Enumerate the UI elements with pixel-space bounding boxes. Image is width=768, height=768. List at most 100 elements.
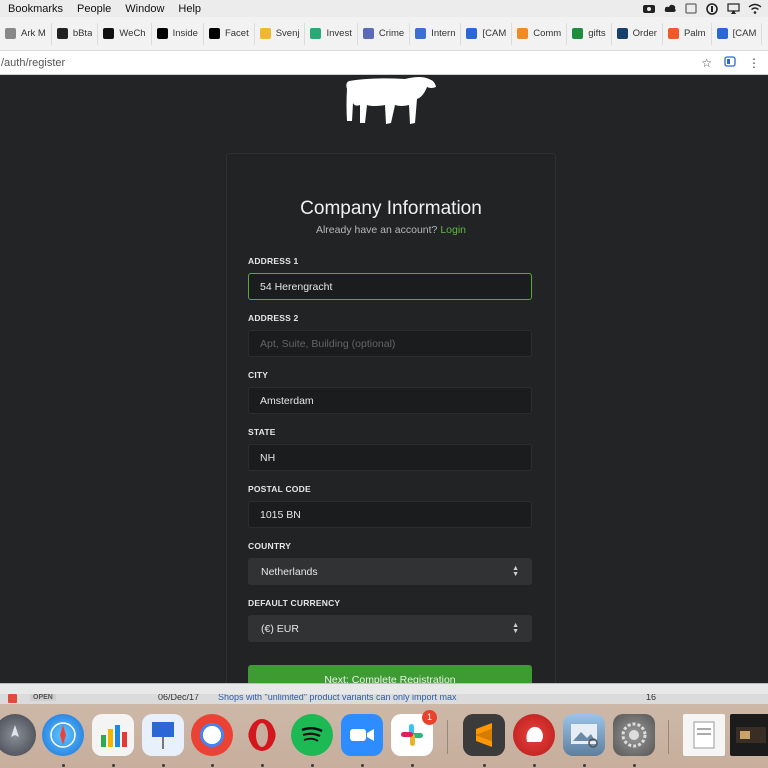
pdf-document-icon[interactable]	[683, 714, 725, 756]
bookmark-label: bBta	[72, 28, 93, 39]
bookmark-item[interactable]: WeCh	[98, 22, 152, 45]
browser-menu-icon[interactable]: ⋮	[748, 56, 760, 70]
bookmark-label: WeCh	[119, 28, 146, 39]
slack-icon[interactable]: 1	[391, 710, 437, 756]
bookmark-item[interactable]: Facet	[204, 22, 255, 45]
address2-label: ADDRESS 2	[248, 313, 299, 323]
bookmark-favicon-icon	[716, 28, 728, 39]
bookmark-item[interactable]: Ark M	[0, 22, 52, 45]
running-indicator	[62, 764, 65, 767]
menu-help[interactable]: Help	[171, 3, 208, 15]
select-caret-icon: ▲ ▼	[512, 564, 519, 578]
country-value: Netherlands	[261, 565, 318, 578]
bookmark-item[interactable]: Svenj	[255, 22, 306, 45]
bookmark-item[interactable]: Crime	[358, 22, 411, 45]
mac-menubar: Bookmarks People Window Help	[0, 0, 768, 17]
menu-bookmarks[interactable]: Bookmarks	[0, 3, 70, 15]
extension-icon[interactable]	[724, 55, 736, 70]
country-select[interactable]: Netherlands ▲ ▼	[248, 558, 532, 585]
postal-code-input[interactable]: 1015 BN	[248, 501, 532, 528]
bear-app-icon[interactable]	[513, 714, 555, 756]
bookmark-favicon-icon	[616, 28, 628, 39]
bookmark-favicon-icon	[156, 28, 168, 39]
mac-dock: 1	[0, 704, 768, 768]
bookmark-item[interactable]: Comm	[512, 22, 568, 45]
zoom-icon[interactable]	[341, 714, 383, 756]
currency-label: DEFAULT CURRENCY	[248, 598, 341, 608]
dock-separator	[668, 720, 669, 754]
downloads-stack-icon[interactable]	[730, 714, 768, 756]
background-window-row: OPEN 06/Dec/17 Shops with "unlimited" pr…	[0, 694, 768, 704]
row-date: 06/Dec/17	[158, 694, 200, 702]
dock-separator	[447, 720, 448, 754]
launchpad-icon[interactable]	[0, 714, 36, 756]
bookmark-favicon-icon	[259, 28, 271, 39]
country-label: COUNTRY	[248, 541, 292, 551]
system-preferences-icon[interactable]	[613, 714, 655, 756]
status-badge: OPEN	[30, 694, 56, 701]
bookmark-favicon-icon	[310, 28, 322, 39]
numbers-icon[interactable]	[92, 714, 134, 756]
bookmark-label: Order	[632, 28, 657, 39]
url-text[interactable]: /auth/register	[0, 57, 65, 69]
currency-value: (€) EUR	[261, 622, 299, 635]
menubar-tray	[643, 3, 768, 15]
cow-logo-icon	[346, 77, 436, 124]
bookmark-item[interactable]: gifts	[567, 22, 612, 45]
bookmark-favicon-icon	[572, 28, 584, 39]
bookmark-favicon-icon	[415, 28, 427, 39]
bookmark-star-icon[interactable]: ☆	[701, 56, 712, 70]
bookmark-item[interactable]: Inside	[152, 22, 204, 45]
address2-input[interactable]: Apt, Suite, Building (optional)	[248, 330, 532, 357]
bookmark-label: Inside	[172, 28, 198, 39]
running-indicator	[411, 764, 414, 767]
bookmark-label: [CAM	[732, 28, 757, 39]
airplay-icon[interactable]	[727, 3, 740, 14]
menu-people[interactable]: People	[70, 3, 118, 15]
wifi-icon[interactable]	[748, 3, 762, 14]
bookmark-favicon-icon	[103, 28, 115, 39]
login-prompt: Already have an account? Login	[226, 224, 556, 236]
safari-icon[interactable]	[42, 714, 84, 756]
next-complete-registration-button[interactable]: Next: Complete Registration	[248, 665, 532, 683]
camera-icon[interactable]	[643, 3, 655, 14]
row-link[interactable]: Shops with "unlimited" product variants …	[218, 694, 457, 702]
onepassword-icon[interactable]	[706, 3, 718, 15]
bookmark-item[interactable]: Order	[612, 22, 663, 45]
menu-window[interactable]: Window	[118, 3, 171, 15]
bookmark-label: Intern	[431, 28, 456, 39]
bookmark-item[interactable]: [CAM	[712, 22, 763, 45]
state-label: STATE	[248, 427, 276, 437]
bookmark-favicon-icon	[517, 28, 529, 39]
preview-icon[interactable]	[563, 714, 605, 756]
keynote-icon[interactable]	[142, 714, 184, 756]
cloud-icon[interactable]	[664, 3, 676, 14]
bookmark-favicon-icon	[5, 28, 16, 39]
state-input[interactable]: NH	[248, 444, 532, 471]
bookmark-item[interactable]: [CAM	[461, 22, 513, 45]
login-link[interactable]: Login	[440, 224, 466, 236]
bookmark-item[interactable]: Intern	[410, 22, 462, 45]
currency-select[interactable]: (€) EUR ▲ ▼	[248, 615, 532, 642]
running-indicator	[211, 764, 214, 767]
login-prompt-text: Already have an account?	[315, 224, 438, 236]
running-indicator	[583, 764, 586, 767]
bookmark-item[interactable]: bBta	[52, 22, 99, 45]
chrome-icon[interactable]	[191, 714, 233, 756]
sublime-text-icon[interactable]	[463, 714, 505, 756]
running-indicator	[633, 764, 636, 767]
bookmark-label: [CAM	[482, 28, 507, 39]
address1-label: ADDRESS 1	[248, 256, 299, 266]
cast-icon[interactable]	[685, 3, 697, 14]
address1-input[interactable]: 54 Herengracht	[248, 273, 532, 300]
address-bar-icons: ☆ ⋮	[701, 56, 768, 70]
window-bottom-edge	[0, 683, 768, 694]
bookmark-item[interactable]: Invest	[305, 22, 358, 45]
spotify-icon[interactable]	[291, 714, 333, 756]
running-indicator	[261, 764, 264, 767]
opera-icon[interactable]	[241, 714, 283, 756]
bookmark-item[interactable]: Palm	[663, 22, 712, 45]
bookmark-label: Crime	[378, 28, 405, 39]
city-input[interactable]: Amsterdam	[248, 387, 532, 414]
page-content: Company Information Already have an acco…	[0, 75, 768, 683]
